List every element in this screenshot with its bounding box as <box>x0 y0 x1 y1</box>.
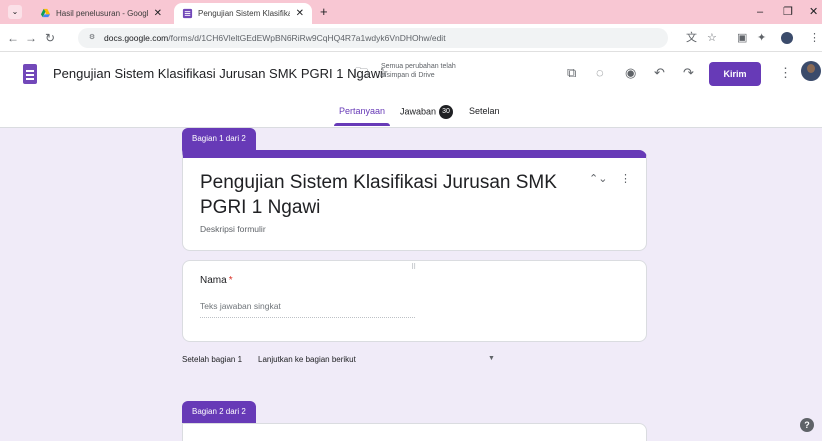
after-section-label: Setelah bagian 1 <box>182 355 243 364</box>
tab-close-icon[interactable]: ✕ <box>296 3 304 24</box>
active-tab-indicator <box>334 123 390 126</box>
extension-icon[interactable]: ▣ <box>737 29 747 47</box>
google-forms-logo-icon[interactable] <box>23 64 37 84</box>
browser-toolbar: ← → ↻ ⚙ docs.google.com/forms/d/1CH6Vlel… <box>0 24 822 52</box>
tab-close-icon[interactable]: ✕ <box>154 3 162 24</box>
google-drive-icon <box>40 8 51 18</box>
folder-icon[interactable]: 🗀 <box>355 64 368 82</box>
after-section-select[interactable]: Lanjutkan ke bagian berikut <box>258 355 356 364</box>
section-more-vert-icon[interactable]: ⋮ <box>620 172 631 185</box>
tab-title: Pengujian Sistem Klasifikasi Jur <box>198 9 290 18</box>
google-forms-icon <box>182 8 193 19</box>
translate-icon[interactable]: 文 <box>686 29 697 47</box>
reload-icon[interactable]: ↻ <box>45 29 55 47</box>
tab-responses[interactable]: Jawaban 30 <box>400 105 454 119</box>
puzzle-icon[interactable]: ⧉ <box>567 64 576 82</box>
eye-icon[interactable]: ◉ <box>625 64 636 82</box>
browser-tab-strip: ⌄ Hasil penelusuran - Google Dri ✕ Pengu… <box>0 0 822 24</box>
forward-arrow-icon[interactable]: → <box>25 29 37 47</box>
redo-icon[interactable]: ↷ <box>683 64 694 82</box>
section-2-card[interactable] <box>182 423 647 441</box>
form-description-field[interactable]: Deskripsi formulir <box>200 224 266 234</box>
drag-handle-icon[interactable]: ⠿ <box>411 263 417 271</box>
required-asterisk: * <box>228 275 233 286</box>
browser-tab-forms[interactable]: Pengujian Sistem Klasifikasi Jur ✕ <box>174 3 312 24</box>
chevron-down-icon[interactable]: ▼ <box>488 355 495 362</box>
form-title[interactable]: Pengujian Sistem Klasifikasi Jurusan SMK… <box>200 170 570 220</box>
palette-icon[interactable]: ◌ <box>596 64 604 82</box>
send-button[interactable]: Kirim <box>709 62 761 86</box>
section-1-tag: Bagian 1 dari 2 <box>182 128 256 150</box>
restore-icon[interactable]: ❐ <box>783 2 793 22</box>
question-title: Nama <box>200 275 227 286</box>
section-2-tag: Bagian 2 dari 2 <box>182 401 256 423</box>
browser-menu-icon[interactable]: ⋮ <box>809 29 820 47</box>
profile-avatar-icon[interactable] <box>781 32 793 44</box>
undo-icon[interactable]: ↶ <box>654 64 665 82</box>
question-card[interactable]: ⠿ Nama * Teks jawaban singkat <box>182 260 647 342</box>
question-label[interactable]: Nama * <box>200 275 233 286</box>
tab-search-chevron-down-icon[interactable]: ⌄ <box>8 5 22 19</box>
tab-responses-label: Jawaban <box>400 106 437 117</box>
avatar[interactable] <box>801 61 821 81</box>
document-title[interactable]: Pengujian Sistem Klasifikasi Jurusan SMK… <box>53 66 383 81</box>
url-text: docs.google.com/forms/d/1CH6VleltGEdEWpB… <box>104 33 446 43</box>
tab-questions[interactable]: Pertanyaan <box>339 105 385 117</box>
bookmark-star-icon[interactable]: ☆ <box>707 29 717 47</box>
form-title-card[interactable]: Pengujian Sistem Klasifikasi Jurusan SMK… <box>182 150 647 251</box>
minimize-icon[interactable]: – <box>757 2 763 22</box>
back-arrow-icon[interactable]: ← <box>7 29 19 47</box>
collapse-section-icon[interactable]: ⌃⌄ <box>589 172 607 185</box>
save-status: Semua perubahan telah disimpan di Drive <box>381 63 456 79</box>
short-answer-placeholder: Teks jawaban singkat <box>200 301 415 318</box>
forms-header: Pengujian Sistem Klasifikasi Jurusan SMK… <box>0 52 822 128</box>
extensions-puzzle-icon[interactable]: ✦ <box>757 29 766 47</box>
tab-settings[interactable]: Setelan <box>469 105 500 117</box>
new-tab-button[interactable]: + <box>320 3 328 21</box>
help-icon[interactable]: ? <box>800 418 814 432</box>
address-bar[interactable]: ⚙ docs.google.com/forms/d/1CH6VleltGEdEW… <box>78 28 668 48</box>
site-settings-icon[interactable]: ⚙ <box>86 32 98 44</box>
tab-title: Hasil penelusuran - Google Dri <box>56 9 148 18</box>
more-vert-icon[interactable]: ⋮ <box>779 64 792 82</box>
responses-count-badge: 30 <box>439 105 454 119</box>
browser-tab-drive-search[interactable]: Hasil penelusuran - Google Dri ✕ <box>32 3 170 24</box>
close-window-icon[interactable]: ✕ <box>809 2 818 22</box>
